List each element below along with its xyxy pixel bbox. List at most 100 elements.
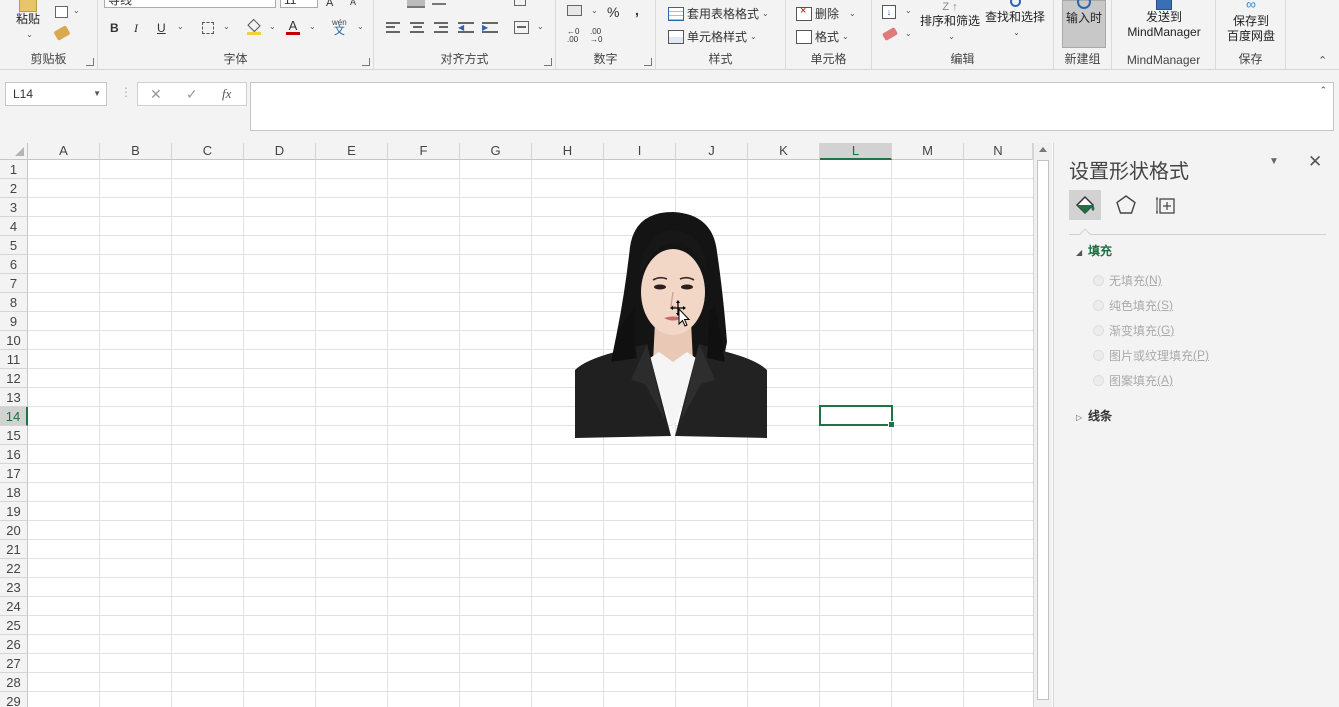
row-header-12[interactable]: 12 xyxy=(0,369,28,388)
row-header-8[interactable]: 8 xyxy=(0,293,28,312)
phonetic-dropdown-icon[interactable]: ⌄ xyxy=(357,22,364,31)
select-all-button[interactable] xyxy=(0,143,28,160)
column-header-g[interactable]: G xyxy=(460,143,532,160)
bold-button[interactable]: B xyxy=(110,21,119,35)
scroll-up-icon[interactable] xyxy=(1039,147,1047,152)
column-header-j[interactable]: J xyxy=(676,143,748,160)
column-header-a[interactable]: A xyxy=(28,143,100,160)
picture-texture-fill-option[interactable]: 图片或纹理填充 (P) xyxy=(1093,347,1209,363)
font-size-box[interactable]: 11 xyxy=(280,0,318,8)
radio-button[interactable] xyxy=(1093,324,1104,336)
format-button[interactable]: 格式 ⌄ xyxy=(796,28,849,45)
column-header-l[interactable]: L xyxy=(820,143,892,160)
font-color-icon[interactable]: A xyxy=(286,19,300,36)
radio-button[interactable] xyxy=(1093,374,1104,386)
sort-filter-button[interactable]: Z ↑ 排序和筛选 ⌄ xyxy=(918,0,982,44)
pane-options-icon[interactable]: ▼ xyxy=(1269,156,1279,167)
row-header-5[interactable]: 5 xyxy=(0,236,28,255)
scrollbar-thumb[interactable] xyxy=(1037,160,1049,700)
radio-button[interactable] xyxy=(1093,299,1104,311)
row-header-23[interactable]: 23 xyxy=(0,578,28,597)
fill-dropdown-icon[interactable]: ⌄ xyxy=(905,6,912,15)
radio-button[interactable] xyxy=(1093,349,1104,361)
merge-center-icon[interactable] xyxy=(514,21,529,34)
row-header-11[interactable]: 11 xyxy=(0,350,28,369)
format-painter-icon[interactable] xyxy=(53,25,71,41)
close-icon[interactable]: ✕ xyxy=(1308,152,1322,172)
column-header-f[interactable]: F xyxy=(388,143,460,160)
name-box[interactable]: L14 ▼ xyxy=(5,82,107,106)
row-header-9[interactable]: 9 xyxy=(0,312,28,331)
selected-cell-l14[interactable] xyxy=(819,405,895,428)
format-as-table-button[interactable]: 套用表格格式 ⌄ xyxy=(668,5,769,22)
align-right-icon[interactable] xyxy=(434,22,448,33)
vertical-scrollbar[interactable] xyxy=(1033,143,1052,707)
border-icon[interactable] xyxy=(202,22,214,34)
align-center-icon[interactable] xyxy=(410,22,424,33)
top-align-icon[interactable] xyxy=(407,0,425,8)
row-header-28[interactable]: 28 xyxy=(0,673,28,692)
align-left-icon[interactable] xyxy=(386,22,400,33)
column-header-n[interactable]: N xyxy=(964,143,1033,160)
middle-align-icon[interactable] xyxy=(432,3,446,5)
name-box-dropdown-icon[interactable]: ▼ xyxy=(93,83,101,105)
underline-dropdown-icon[interactable]: ⌄ xyxy=(177,22,184,31)
column-header-h[interactable]: H xyxy=(532,143,604,160)
row-header-7[interactable]: 7 xyxy=(0,274,28,293)
save-to-baidu-button[interactable]: ∞ 保存到 百度网盘 xyxy=(1220,0,1282,44)
fill-color-dropdown-icon[interactable]: ⌄ xyxy=(269,22,276,31)
comma-button[interactable]: , xyxy=(635,2,639,18)
increase-indent-icon[interactable]: ▶ xyxy=(482,22,498,33)
column-header-b[interactable]: B xyxy=(100,143,172,160)
row-header-16[interactable]: 16 xyxy=(0,445,28,464)
column-header-e[interactable]: E xyxy=(316,143,388,160)
row-header-10[interactable]: 10 xyxy=(0,331,28,350)
decrease-indent-icon[interactable]: ◀ xyxy=(458,22,474,33)
fill-color-icon[interactable] xyxy=(247,18,261,36)
solid-fill-option[interactable]: 纯色填充 (S) xyxy=(1093,297,1173,313)
row-header-4[interactable]: 4 xyxy=(0,217,28,236)
font-color-dropdown-icon[interactable]: ⌄ xyxy=(309,22,316,31)
row-header-1[interactable]: 1 xyxy=(0,160,28,179)
column-header-d[interactable]: D xyxy=(244,143,316,160)
line-section-header[interactable]: ▷ 线条 xyxy=(1076,407,1112,424)
effects-tab[interactable] xyxy=(1110,190,1142,220)
formula-input[interactable]: ⌃ xyxy=(250,82,1334,131)
row-header-22[interactable]: 22 xyxy=(0,559,28,578)
fill-section-header[interactable]: ◢ 填充 xyxy=(1076,242,1112,259)
send-to-mindmanager-button[interactable]: 发送到 MindManager xyxy=(1118,0,1210,40)
fill-line-tab[interactable] xyxy=(1069,190,1101,220)
cells-area[interactable] xyxy=(28,160,1033,707)
shrink-font-icon[interactable]: A xyxy=(350,0,356,7)
decrease-decimal-icon[interactable]: .00 →0 xyxy=(590,28,602,44)
fill-down-icon[interactable]: ↓ xyxy=(882,5,896,19)
row-header-29[interactable]: 29 xyxy=(0,692,28,707)
row-header-14[interactable]: 14 xyxy=(0,407,28,426)
paste-button[interactable]: 粘贴 ⌄ xyxy=(10,0,46,42)
row-header-2[interactable]: 2 xyxy=(0,179,28,198)
column-header-c[interactable]: C xyxy=(172,143,244,160)
size-properties-tab[interactable] xyxy=(1150,190,1182,220)
accounting-dropdown-icon[interactable]: ⌄ xyxy=(591,6,598,15)
grow-font-icon[interactable]: A xyxy=(326,0,333,9)
row-header-21[interactable]: 21 xyxy=(0,540,28,559)
wrap-text-icon[interactable] xyxy=(514,0,526,6)
increase-decimal-icon[interactable]: ←0.00 xyxy=(567,28,579,44)
column-header-i[interactable]: I xyxy=(604,143,676,160)
clipboard-launcher-icon[interactable] xyxy=(86,58,94,66)
copy-icon[interactable] xyxy=(55,6,68,18)
italic-button[interactable]: I xyxy=(134,21,138,36)
merge-dropdown-icon[interactable]: ⌄ xyxy=(537,22,544,31)
find-select-button[interactable]: 查找和选择 ⌄ xyxy=(982,0,1048,40)
border-dropdown-icon[interactable]: ⌄ xyxy=(223,22,230,31)
number-launcher-icon[interactable] xyxy=(644,58,652,66)
row-header-20[interactable]: 20 xyxy=(0,521,28,540)
font-launcher-icon[interactable] xyxy=(362,58,370,66)
font-name-box[interactable]: 等线 xyxy=(104,0,276,8)
row-header-25[interactable]: 25 xyxy=(0,616,28,635)
expand-formula-icon[interactable]: ⌃ xyxy=(1319,85,1327,96)
row-header-6[interactable]: 6 xyxy=(0,255,28,274)
row-header-27[interactable]: 27 xyxy=(0,654,28,673)
percent-button[interactable]: % xyxy=(607,4,619,20)
row-header-17[interactable]: 17 xyxy=(0,464,28,483)
